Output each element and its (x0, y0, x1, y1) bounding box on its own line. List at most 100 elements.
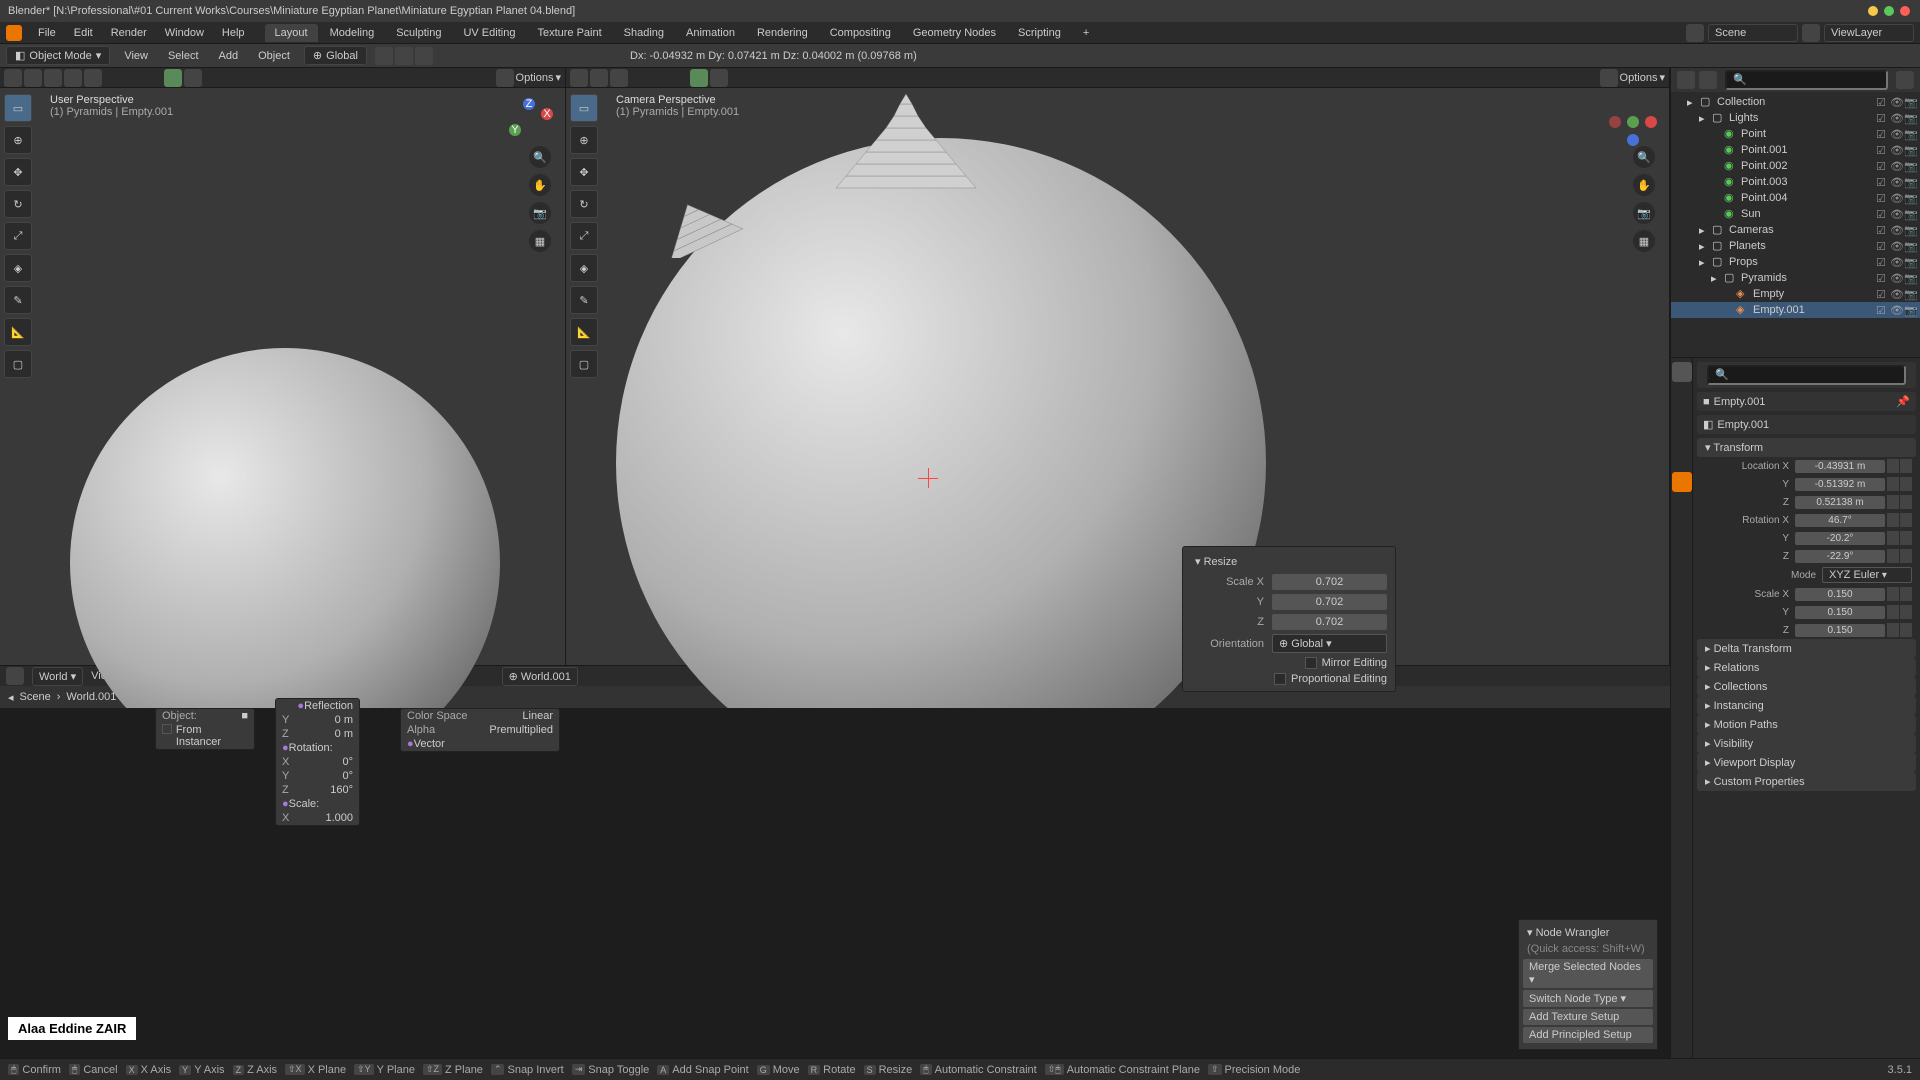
tree-item-point-001[interactable]: ◉Point.001☑👁📷 (1671, 142, 1920, 158)
add-tool[interactable]: ▢ (570, 350, 598, 378)
scale-x-value[interactable]: 0.702 (1272, 574, 1387, 590)
measure-tool[interactable]: 📐 (570, 318, 598, 346)
loc-y[interactable]: -0.51392 m (1795, 478, 1885, 491)
exclude-icon[interactable]: ☑ (1876, 304, 1888, 316)
outliner[interactable]: ▸▢Collection☑👁📷▸▢Lights☑👁📷◉Point☑👁📷◉Poin… (1671, 68, 1920, 358)
merge-nodes-button[interactable]: Merge Selected Nodes ▾ (1523, 959, 1653, 988)
viewlayer-icon[interactable] (1802, 24, 1820, 42)
render-icon[interactable]: 📷 (1904, 224, 1916, 236)
nav-gizmo[interactable] (1603, 92, 1663, 152)
menu-view[interactable]: View (118, 48, 154, 64)
menu-help[interactable]: Help (214, 25, 253, 41)
rot-x[interactable]: 46.7° (1795, 514, 1885, 527)
eye-icon[interactable]: 👁 (1890, 144, 1902, 156)
eye-icon[interactable]: 👁 (1890, 192, 1902, 204)
render-icon[interactable]: 📷 (1904, 240, 1916, 252)
prop-tab-physics[interactable] (1672, 538, 1692, 558)
tree-item-empty-001[interactable]: ◈Empty.001☑👁📷 (1671, 302, 1920, 318)
eye-icon[interactable]: 👁 (1890, 304, 1902, 316)
section-relations[interactable]: ▸ Relations (1697, 658, 1916, 677)
tree-item-lights[interactable]: ▸▢Lights☑👁📷 (1671, 110, 1920, 126)
filter-icon[interactable] (1896, 71, 1914, 89)
select-mode-icon[interactable] (610, 69, 628, 87)
section-custom-properties[interactable]: ▸ Custom Properties (1697, 772, 1916, 791)
pivot-icon[interactable] (375, 47, 393, 65)
eye-icon[interactable]: 👁 (1890, 256, 1902, 268)
tree-item-sun[interactable]: ◉Sun☑👁📷 (1671, 206, 1920, 222)
node-image[interactable]: Color SpaceLinear AlphaPremultiplied ● V… (400, 708, 560, 752)
gizmo-icon[interactable] (690, 69, 708, 87)
select-mode-icon[interactable] (64, 69, 82, 87)
move-tool[interactable]: ✥ (570, 158, 598, 186)
overlay-icon[interactable] (184, 69, 202, 87)
perspective-icon[interactable]: ▦ (529, 230, 551, 252)
select-tool[interactable]: ▭ (570, 94, 598, 122)
overlay-icon[interactable] (710, 69, 728, 87)
shader-editor[interactable]: World ▾ View Select Add Node Use Nodes ⊕… (0, 665, 1670, 1080)
tree-item-collection[interactable]: ▸▢Collection☑👁📷 (1671, 94, 1920, 110)
render-icon[interactable]: 📷 (1904, 288, 1916, 300)
render-icon[interactable]: 📷 (1904, 144, 1916, 156)
rot-z[interactable]: -22.9° (1795, 550, 1885, 563)
eye-icon[interactable]: 👁 (1890, 112, 1902, 124)
operator-panel-resize[interactable]: ▾ Resize Scale X0.702 Y0.702 Z0.702 Orie… (1182, 546, 1396, 692)
alpha-value[interactable]: Premultiplied (489, 724, 553, 736)
options-dropdown[interactable]: Options (1620, 72, 1658, 84)
eye-icon[interactable]: 👁 (1890, 128, 1902, 140)
move-tool[interactable]: ✥ (4, 158, 32, 186)
render-icon[interactable]: 📷 (1904, 208, 1916, 220)
scale-tool[interactable]: ⤢ (4, 222, 32, 250)
exclude-icon[interactable]: ☑ (1876, 160, 1888, 172)
scale-y-value[interactable]: 0.702 (1272, 594, 1387, 610)
tab-sculpting[interactable]: Sculpting (386, 24, 451, 42)
mode-dropdown[interactable]: ◧ Object Mode ▾ (6, 46, 110, 65)
menu-select[interactable]: Select (162, 48, 205, 64)
node-texcoord[interactable]: Object:■ From Instancer (155, 708, 255, 750)
tree-item-cameras[interactable]: ▸▢Cameras☑👁📷 (1671, 222, 1920, 238)
add-tool[interactable]: ▢ (4, 350, 32, 378)
breadcrumb-world[interactable]: World.001 (66, 691, 116, 703)
filter-icon[interactable] (1600, 69, 1618, 87)
tab-shading[interactable]: Shading (614, 24, 674, 42)
menu-edit[interactable]: Edit (66, 25, 101, 41)
from-instancer-checkbox[interactable] (162, 724, 172, 734)
exclude-icon[interactable]: ☑ (1876, 112, 1888, 124)
blender-logo-icon[interactable] (6, 25, 22, 41)
eye-icon[interactable]: 👁 (1890, 288, 1902, 300)
transform-tool[interactable]: ◈ (570, 254, 598, 282)
close-dot[interactable] (1900, 6, 1910, 16)
exclude-icon[interactable]: ☑ (1876, 96, 1888, 108)
eye-icon[interactable]: 👁 (1890, 160, 1902, 172)
render-icon[interactable]: 📷 (1904, 128, 1916, 140)
display-mode-icon[interactable] (1699, 71, 1717, 89)
scale-z-value[interactable]: 0.702 (1272, 614, 1387, 630)
prop-tab-render[interactable] (1672, 362, 1692, 382)
pan-icon[interactable]: ✋ (529, 174, 551, 196)
menu-file[interactable]: File (30, 25, 64, 41)
scale-y[interactable]: 0.150 (1795, 606, 1885, 619)
render-icon[interactable]: 📷 (1904, 176, 1916, 188)
orientation-dropdown[interactable]: ⊕ Global (304, 46, 367, 65)
section-viewport-display[interactable]: ▸ Viewport Display (1697, 753, 1916, 772)
prop-tab-output[interactable] (1672, 384, 1692, 404)
colorspace-value[interactable]: Linear (522, 710, 553, 722)
tree-item-point[interactable]: ◉Point☑👁📷 (1671, 126, 1920, 142)
tree-item-empty[interactable]: ◈Empty☑👁📷 (1671, 286, 1920, 302)
tree-item-point-002[interactable]: ◉Point.002☑👁📷 (1671, 158, 1920, 174)
eye-icon[interactable]: 👁 (1890, 240, 1902, 252)
exclude-icon[interactable]: ☑ (1876, 288, 1888, 300)
menu-add[interactable]: Add (213, 48, 245, 64)
viewlayer-name[interactable]: ViewLayer (1824, 24, 1914, 42)
filter-icon[interactable] (496, 69, 514, 87)
render-icon[interactable]: 📷 (1904, 192, 1916, 204)
rotation-mode[interactable]: XYZ Euler ▾ (1822, 567, 1912, 583)
eye-icon[interactable]: 👁 (1890, 176, 1902, 188)
editor-type-icon[interactable] (4, 69, 22, 87)
menu-window[interactable]: Window (157, 25, 212, 41)
transform-section[interactable]: ▾ Transform (1697, 438, 1916, 457)
rotate-tool[interactable]: ↻ (570, 190, 598, 218)
select-mode-icon[interactable] (24, 69, 42, 87)
loc-z[interactable]: 0.52138 m (1795, 496, 1885, 509)
select-mode-icon[interactable] (84, 69, 102, 87)
exclude-icon[interactable]: ☑ (1876, 144, 1888, 156)
